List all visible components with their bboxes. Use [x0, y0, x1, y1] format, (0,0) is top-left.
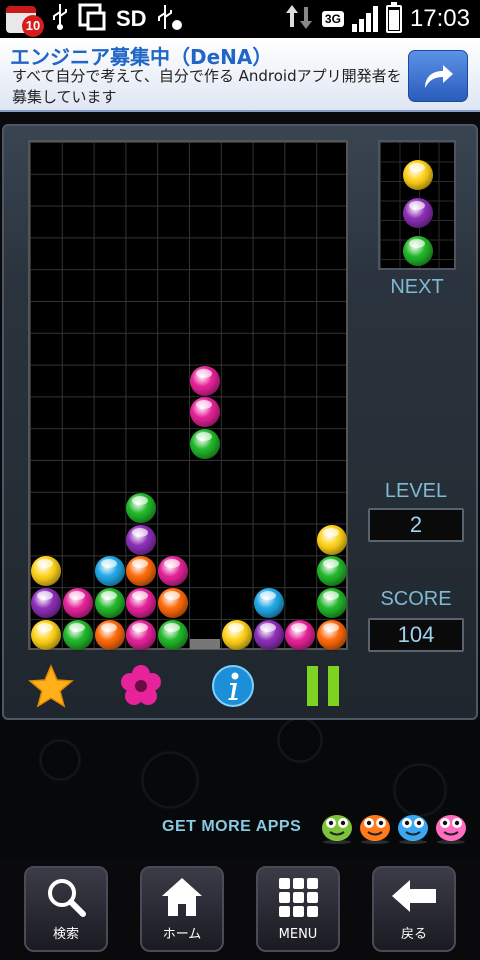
search-icon [45, 876, 87, 922]
monster-mascot-icon[interactable] [396, 808, 430, 844]
board-ball-purple [253, 619, 284, 650]
menu-label: MENU [278, 927, 318, 942]
empty-column-floor [190, 638, 220, 649]
star-icon[interactable] [26, 662, 76, 710]
data-transfer-icon [284, 3, 314, 35]
board-ball-magenta [62, 588, 93, 619]
board-ball-green [317, 556, 348, 587]
board-ball-yellow [30, 619, 61, 650]
usb-icon [52, 2, 68, 36]
board-ball-purple [126, 524, 157, 555]
board-ball-yellow [317, 524, 348, 555]
board-ball-cyan [94, 556, 125, 587]
board-ball-green [126, 492, 157, 523]
ad-body[interactable]: すべて自分で考えて、自分で作る Androidアプリ開発者を募集しています [12, 66, 402, 108]
board-ball-orange [158, 588, 189, 619]
monster-mascot-icon[interactable] [320, 808, 354, 844]
next-ball-purple [403, 198, 433, 228]
search-label: 検索 [52, 927, 79, 942]
get-more-apps-link[interactable]: GET MORE APPS [162, 818, 301, 836]
level-value: 2 [368, 508, 464, 542]
level-label: LEVEL [384, 480, 448, 502]
monster-mascot-icon[interactable] [434, 808, 468, 844]
notification-count: 10 [22, 15, 44, 37]
home-button[interactable]: ホーム [140, 866, 224, 952]
back-label: 戻る [400, 927, 427, 942]
back-arrow-icon [390, 876, 438, 920]
board-ball-yellow [221, 619, 252, 650]
calendar-notification-icon: 10 [4, 3, 44, 37]
next-ball-yellow [403, 160, 433, 190]
status-bar: 10 SD 3G 17:03 [0, 0, 480, 38]
grid-menu-icon [277, 876, 319, 922]
board-ball-purple [30, 588, 61, 619]
score-label: SCORE [380, 588, 452, 610]
menu-button[interactable]: MENU [256, 866, 340, 952]
game-board[interactable] [28, 140, 348, 650]
monster-mascot-icon[interactable] [358, 808, 392, 844]
falling-ball-magenta [189, 365, 220, 396]
board-ball-magenta [158, 556, 189, 587]
pause-icon[interactable] [298, 662, 348, 710]
home-icon [160, 876, 204, 922]
board-ball-magenta [126, 588, 157, 619]
network-type-badge: 3G [321, 11, 344, 27]
board-ball-cyan [253, 588, 284, 619]
back-button[interactable]: 戻る [372, 866, 456, 952]
battery-icon [385, 2, 402, 33]
share-arrow-icon[interactable] [408, 50, 468, 102]
board-ball-magenta [126, 619, 157, 650]
clock: 17:03 [409, 5, 470, 32]
board-ball-orange [317, 619, 348, 650]
board-ball-green [158, 619, 189, 650]
info-icon[interactable] [208, 662, 258, 710]
score-value: 104 [368, 618, 464, 652]
home-label: ホーム [162, 927, 202, 942]
board-ball-green [62, 619, 93, 650]
usb-debug-icon [157, 3, 183, 35]
board-ball-green [94, 588, 125, 619]
sd-label: SD [116, 6, 147, 31]
board-ball-orange [126, 556, 157, 587]
board-ball-green [317, 588, 348, 619]
falling-ball-green [189, 429, 220, 460]
flower-icon[interactable] [116, 662, 166, 710]
next-piece-preview [378, 140, 456, 270]
next-ball-green [403, 236, 433, 266]
signal-strength-icon [351, 6, 378, 32]
board-ball-yellow [30, 556, 61, 587]
ad-banner[interactable]: エンジニア募集中（DeNA） すべて自分で考えて、自分で作る Androidアプ… [0, 38, 480, 112]
falling-ball-magenta [189, 397, 220, 428]
next-label: NEXT [390, 276, 444, 298]
board-ball-magenta [285, 619, 316, 650]
search-button[interactable]: 検索 [24, 866, 108, 952]
sd-card-icon [78, 3, 106, 35]
board-ball-orange [94, 619, 125, 650]
